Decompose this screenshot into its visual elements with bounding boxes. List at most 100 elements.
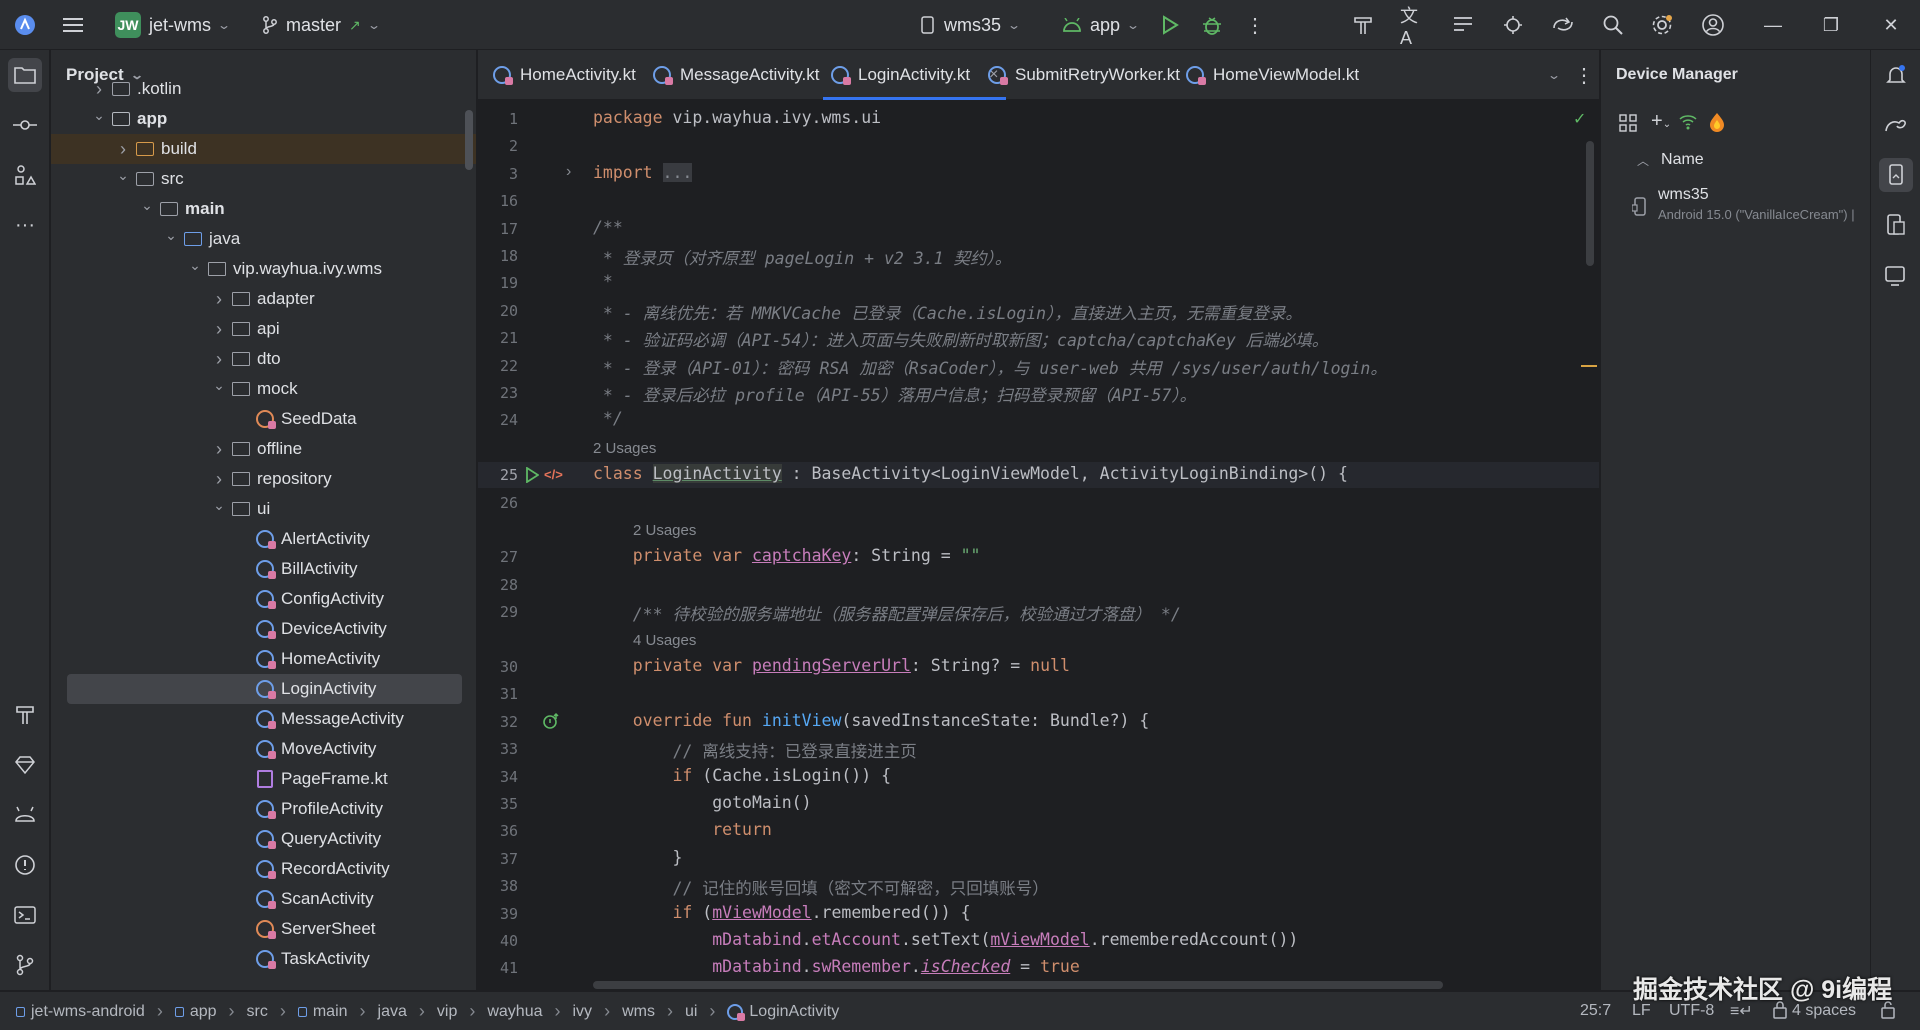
breadcrumb-item[interactable]: ivy bbox=[573, 1003, 593, 1021]
tree-item[interactable]: SeedData bbox=[51, 404, 476, 434]
project-scrollbar[interactable] bbox=[465, 110, 473, 170]
caret-position[interactable]: 25:7 bbox=[1580, 1002, 1611, 1020]
main-menu-icon[interactable] bbox=[60, 12, 86, 38]
name-column-header[interactable]: ︿ Name bbox=[1637, 151, 1704, 169]
code-line[interactable]: * 登录页（对齐原型 pageLogin + v2 3.1 契约）。 bbox=[593, 245, 1011, 269]
device-row[interactable]: wms35 Android 15.0 ("VanillaIceCream") | bbox=[1601, 183, 1871, 233]
close-window-button[interactable]: ✕ bbox=[1862, 0, 1920, 50]
tabs-dropdown-icon[interactable]: ⌄ bbox=[1541, 62, 1567, 88]
android-studio-bot-icon[interactable] bbox=[8, 798, 42, 832]
notifications-icon[interactable] bbox=[1879, 58, 1913, 92]
breadcrumb-item[interactable]: app bbox=[174, 1003, 217, 1021]
editor-vertical-scrollbar[interactable] bbox=[1586, 141, 1594, 266]
chevron-down-icon[interactable]: ⌄ bbox=[187, 257, 203, 274]
running-devices-icon[interactable] bbox=[1879, 258, 1913, 292]
run-config-selector[interactable]: app ⌄ bbox=[1062, 10, 1140, 40]
project-selector[interactable]: JW jet-wms ⌄ bbox=[115, 10, 231, 40]
code-line[interactable]: override fun initView(savedInstanceState… bbox=[593, 711, 1150, 730]
code-line[interactable]: // 离线支持：已登录直接进主页 bbox=[593, 738, 916, 762]
breadcrumb-item[interactable]: vip bbox=[437, 1003, 457, 1021]
code-line[interactable]: * bbox=[593, 272, 613, 291]
tree-item[interactable]: ConfigActivity bbox=[51, 584, 476, 614]
code-line[interactable]: if (Cache.isLogin()) { bbox=[593, 766, 891, 785]
run-gutter-icon[interactable] bbox=[525, 466, 540, 488]
tree-item[interactable]: › build bbox=[51, 134, 476, 164]
code-line[interactable]: private var captchaKey: String = "" bbox=[593, 546, 981, 565]
tree-item[interactable]: ⌄ mock bbox=[51, 374, 476, 404]
tree-item[interactable]: TaskActivity bbox=[51, 944, 476, 974]
code-line[interactable]: return bbox=[593, 820, 772, 839]
branch-selector[interactable]: master ↗ ⌄ bbox=[262, 10, 381, 40]
breadcrumb-item[interactable]: src bbox=[247, 1003, 268, 1021]
tree-item[interactable]: ⌄ vip.wayhua.ivy.wms bbox=[51, 254, 476, 284]
tree-item[interactable]: ⌄ app bbox=[51, 104, 476, 134]
tree-item[interactable]: HomeActivity bbox=[51, 644, 476, 674]
breadcrumb-item[interactable]: wayhua bbox=[487, 1003, 542, 1021]
chevron-down-icon[interactable]: ⌄ bbox=[163, 227, 179, 244]
chevron-right-icon[interactable]: › bbox=[211, 469, 227, 490]
tree-item[interactable]: MoveActivity bbox=[51, 734, 476, 764]
debug-icon[interactable] bbox=[1199, 12, 1225, 38]
code-line[interactable]: private var pendingServerUrl: String? = … bbox=[593, 656, 1070, 675]
chevron-right-icon[interactable]: › bbox=[211, 439, 227, 460]
chevron-down-icon[interactable]: ⌄ bbox=[91, 107, 107, 124]
code-line[interactable]: * - 登录后必拉 profile（API-55）落用户信息；扫码登录预留（AP… bbox=[593, 382, 1196, 406]
code-line[interactable]: gotoMain() bbox=[593, 793, 811, 812]
minimize-button[interactable]: — bbox=[1744, 0, 1802, 50]
tree-item[interactable]: LoginActivity bbox=[67, 674, 462, 704]
tree-item[interactable]: RecordActivity bbox=[51, 854, 476, 884]
usages-hint[interactable]: 2 Usages bbox=[633, 522, 696, 539]
breadcrumb-item[interactable]: main bbox=[297, 1003, 348, 1021]
wifi-pair-icon[interactable] bbox=[1679, 113, 1697, 136]
code-line[interactable]: mDatabind.swRemember.isChecked = true bbox=[593, 957, 1080, 976]
editor-tab[interactable]: SubmitRetryWorker.kt bbox=[988, 50, 1180, 100]
chevron-right-icon[interactable]: › bbox=[211, 319, 227, 340]
chevron-down-icon[interactable]: ⌄ bbox=[211, 497, 227, 514]
editor-tab[interactable]: HomeViewModel.kt bbox=[1186, 50, 1359, 100]
tree-item[interactable]: ⌄ src bbox=[51, 164, 476, 194]
tree-item[interactable]: › api bbox=[51, 314, 476, 344]
override-gutter-icon[interactable] bbox=[542, 712, 560, 735]
chevron-right-icon[interactable]: › bbox=[211, 349, 227, 370]
code-line[interactable]: /** bbox=[593, 218, 623, 237]
tree-item[interactable]: AlertActivity bbox=[51, 524, 476, 554]
code-line[interactable]: package vip.wayhua.ivy.wms.ui bbox=[593, 108, 881, 127]
tree-item[interactable]: QueryActivity bbox=[51, 824, 476, 854]
breadcrumb-item[interactable]: java bbox=[378, 1003, 407, 1021]
chevron-right-icon[interactable]: › bbox=[91, 79, 107, 100]
code-line[interactable]: import ... bbox=[593, 162, 693, 182]
tree-item[interactable]: ScanActivity bbox=[51, 884, 476, 914]
project-tool-icon[interactable] bbox=[8, 58, 42, 92]
tree-item[interactable]: › .kotlin bbox=[51, 74, 476, 104]
tree-item[interactable]: › adapter bbox=[51, 284, 476, 314]
tree-item[interactable]: DeviceActivity bbox=[51, 614, 476, 644]
code-line[interactable]: } bbox=[593, 848, 682, 867]
breadcrumb-item[interactable]: LoginActivity bbox=[727, 1003, 839, 1021]
build-tool-icon[interactable] bbox=[8, 698, 42, 732]
usages-hint[interactable]: 4 Usages bbox=[633, 632, 696, 649]
device-selector[interactable]: wms35 ⌄ bbox=[920, 10, 1021, 40]
gradle-icon[interactable] bbox=[1879, 108, 1913, 142]
app-inspection-icon[interactable] bbox=[1500, 12, 1526, 38]
code-line[interactable]: * - 登录（API-01）：密码 RSA 加密（RsaCoder），与 use… bbox=[593, 355, 1387, 379]
run-icon[interactable] bbox=[1157, 12, 1183, 38]
tree-item[interactable]: ⌄ ui bbox=[51, 494, 476, 524]
chevron-down-icon[interactable]: ⌄ bbox=[211, 377, 227, 394]
tree-item[interactable]: MessageActivity bbox=[51, 704, 476, 734]
code-line[interactable]: /** 待校验的服务端地址（服务器配置弹层保存后，校验通过才落盘） */ bbox=[593, 601, 1181, 625]
code-line[interactable]: mDatabind.etAccount.setText(mViewModel.r… bbox=[593, 930, 1298, 949]
build-tools-icon[interactable] bbox=[1350, 12, 1376, 38]
usages-hint[interactable]: 2 Usages bbox=[593, 440, 656, 457]
code-line[interactable]: if (mViewModel.remembered()) { bbox=[593, 903, 970, 922]
editor-tab[interactable]: MessageActivity.kt bbox=[653, 50, 820, 100]
tree-item[interactable]: ProfileActivity bbox=[51, 794, 476, 824]
breadcrumb-item[interactable]: jet-wms-android bbox=[16, 1003, 145, 1021]
terminal-icon[interactable] bbox=[8, 898, 42, 932]
add-device-icon[interactable]: +⌄ bbox=[1651, 110, 1671, 133]
tree-item[interactable]: BillActivity bbox=[51, 554, 476, 584]
tree-item[interactable]: ⌄ java bbox=[51, 224, 476, 254]
fold-toggle-icon[interactable]: › bbox=[566, 163, 571, 181]
tree-item[interactable]: › dto bbox=[51, 344, 476, 374]
tree-item[interactable]: ⌄ main bbox=[51, 194, 476, 224]
code-line[interactable]: * - 离线优先：若 MMKVCache 已登录（Cache.isLogin），… bbox=[593, 300, 1302, 324]
